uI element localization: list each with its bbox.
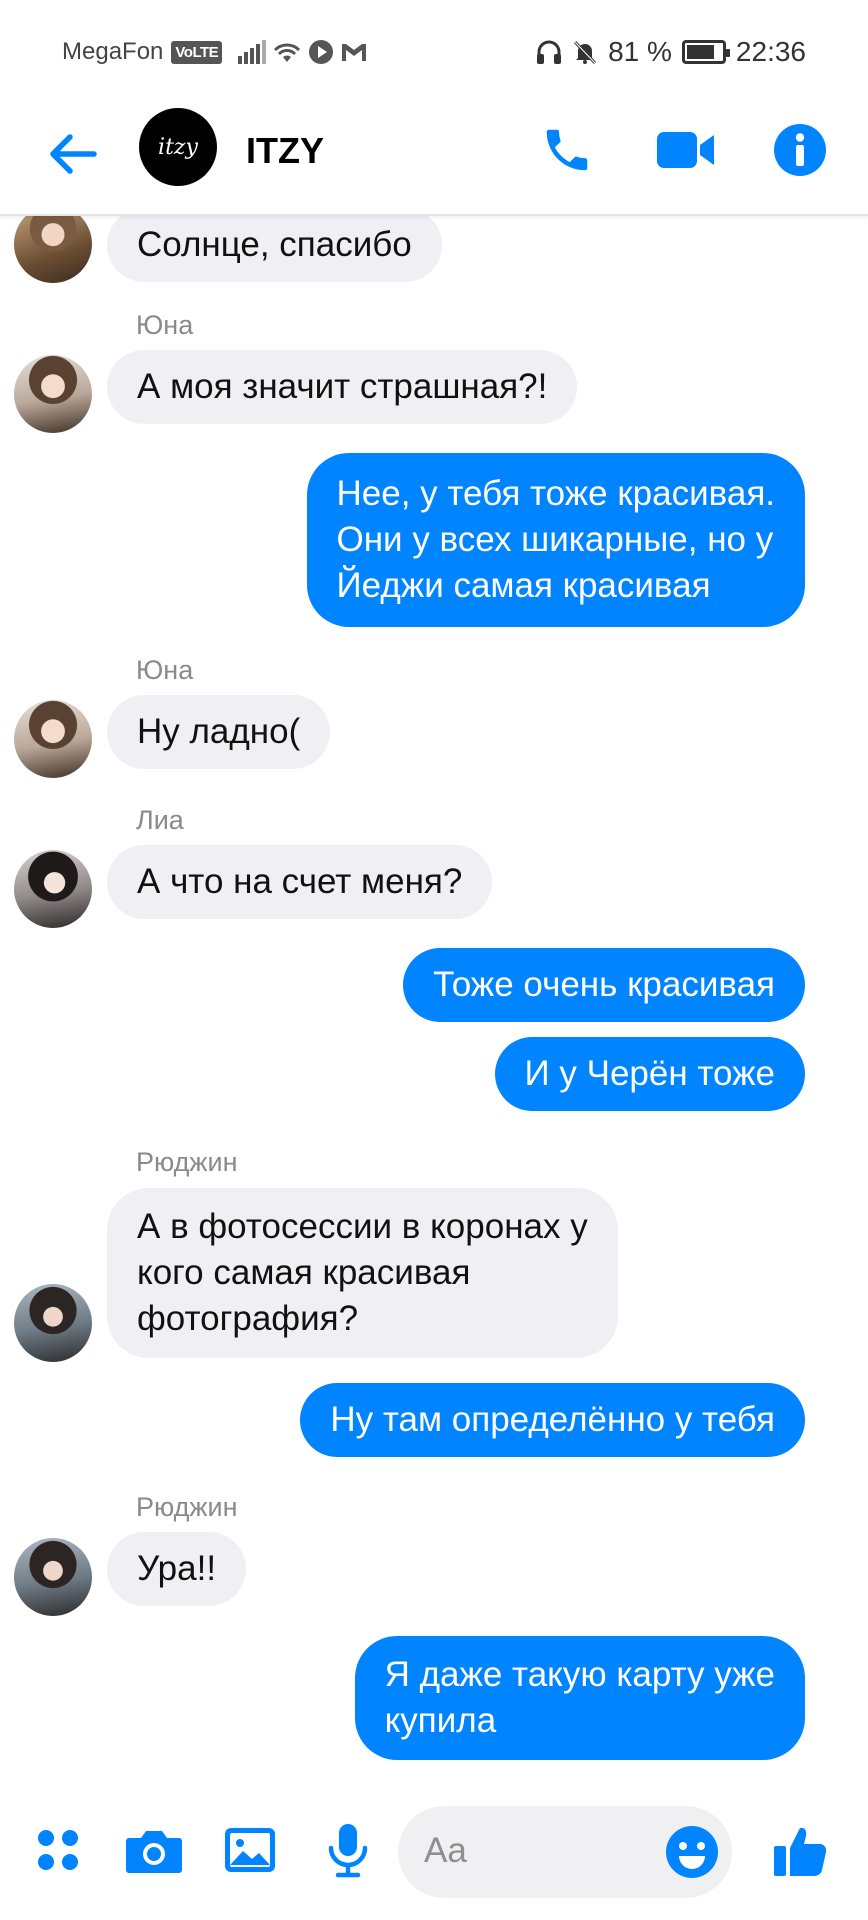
message-line: Они у всех шикарные, но у bbox=[336, 520, 774, 559]
message-composer[interactable] bbox=[398, 1806, 732, 1898]
sender-name: Юна bbox=[136, 655, 194, 685]
emoji-button[interactable] bbox=[664, 1824, 720, 1880]
thumbs-up-icon bbox=[774, 1827, 827, 1876]
sender-avatar[interactable] bbox=[14, 205, 92, 283]
status-icons bbox=[238, 39, 368, 65]
status-left: MegaFon VoLTE bbox=[62, 38, 368, 66]
message-bubble-incoming[interactable]: Ну ладно( bbox=[107, 695, 331, 769]
back-arrow-icon bbox=[50, 134, 97, 174]
voice-button[interactable] bbox=[318, 1820, 378, 1880]
carrier-name: MegaFon bbox=[62, 38, 164, 65]
sender-avatar[interactable] bbox=[14, 1284, 92, 1362]
clock: 22:36 bbox=[735, 36, 806, 67]
message-line: Я даже такую карту уже bbox=[384, 1655, 775, 1694]
battery-icon bbox=[681, 40, 730, 64]
message-bubble-outgoing[interactable]: И у Черён тоже bbox=[494, 1037, 805, 1111]
wifi-icon bbox=[274, 43, 301, 62]
message-line: фотография? bbox=[137, 1299, 359, 1338]
sender-name: Рюджин bbox=[136, 1147, 238, 1177]
group-avatar[interactable]: itzy bbox=[139, 108, 217, 186]
video-camera-icon bbox=[657, 132, 714, 168]
sender-avatar[interactable] bbox=[14, 1538, 92, 1616]
volte-badge: VoLTE bbox=[171, 40, 223, 64]
message-line: Йеджи самая красивая bbox=[336, 566, 711, 605]
battery-fill bbox=[686, 45, 715, 59]
message-line: Нее, у тебя тоже красивая. bbox=[336, 474, 776, 513]
sender-avatar[interactable] bbox=[14, 355, 92, 433]
sender-name: Рюджин bbox=[136, 1492, 238, 1522]
like-button[interactable] bbox=[770, 1820, 830, 1880]
emoji-icon bbox=[666, 1826, 718, 1878]
sender-avatar[interactable] bbox=[14, 850, 92, 928]
mute-bell-icon bbox=[574, 40, 597, 65]
message-bubble-incoming[interactable]: А моя значит страшная?! bbox=[107, 350, 578, 424]
message-bubble-incoming[interactable]: Ура!! bbox=[107, 1532, 247, 1606]
info-icon bbox=[774, 124, 826, 176]
sender-name: Лиа bbox=[136, 805, 184, 835]
message-bubble-outgoing[interactable]: Я даже такую карту уже купила bbox=[354, 1636, 805, 1760]
microphone-icon bbox=[328, 1824, 368, 1878]
video-call-button[interactable] bbox=[656, 120, 716, 180]
message-bubble-outgoing[interactable]: Нее, у тебя тоже красивая. Они у всех ши… bbox=[306, 453, 805, 627]
message-bubble-incoming[interactable]: А в фотосессии в коронах у кого самая кр… bbox=[107, 1188, 618, 1358]
gallery-icon bbox=[225, 1828, 275, 1872]
sender-avatar[interactable] bbox=[14, 700, 92, 778]
mail-icon bbox=[342, 44, 367, 61]
message-input[interactable] bbox=[424, 1826, 644, 1876]
info-button[interactable] bbox=[770, 120, 830, 180]
camera-button[interactable] bbox=[124, 1820, 184, 1880]
message-line: А в фотосессии в коронах у bbox=[137, 1207, 588, 1246]
play-icon bbox=[309, 40, 334, 64]
back-button[interactable] bbox=[44, 126, 100, 182]
chat-title[interactable]: ITZY bbox=[246, 130, 324, 172]
headphones-icon bbox=[537, 40, 562, 64]
message-bubble-outgoing[interactable]: Тоже очень красивая bbox=[403, 948, 805, 1022]
camera-icon bbox=[126, 1831, 182, 1873]
status-bar: MegaFon VoLTE 81 % 22:36 bbox=[0, 0, 868, 100]
message-bubble-outgoing[interactable]: Ну там определённо у тебя bbox=[300, 1383, 805, 1457]
apps-button[interactable] bbox=[28, 1820, 88, 1880]
gallery-button[interactable] bbox=[220, 1820, 280, 1880]
call-button[interactable] bbox=[537, 120, 597, 180]
composer-bar bbox=[0, 1790, 868, 1920]
message-line: купила bbox=[384, 1701, 497, 1740]
chat-header: itzy ITZY bbox=[0, 100, 868, 216]
sender-name: Юна bbox=[136, 310, 194, 340]
signal-icon bbox=[238, 40, 267, 64]
message-line: кого самая красивая bbox=[137, 1253, 471, 1292]
status-right: 81 % 22:36 bbox=[536, 36, 806, 68]
apps-grid-icon bbox=[38, 1830, 78, 1870]
message-bubble-incoming[interactable]: А что на счет меня? bbox=[107, 845, 493, 919]
phone-icon bbox=[546, 129, 588, 171]
message-bubble-incoming[interactable]: Солнце, спасибо bbox=[107, 208, 442, 282]
battery-percent: 81 % bbox=[608, 36, 672, 67]
